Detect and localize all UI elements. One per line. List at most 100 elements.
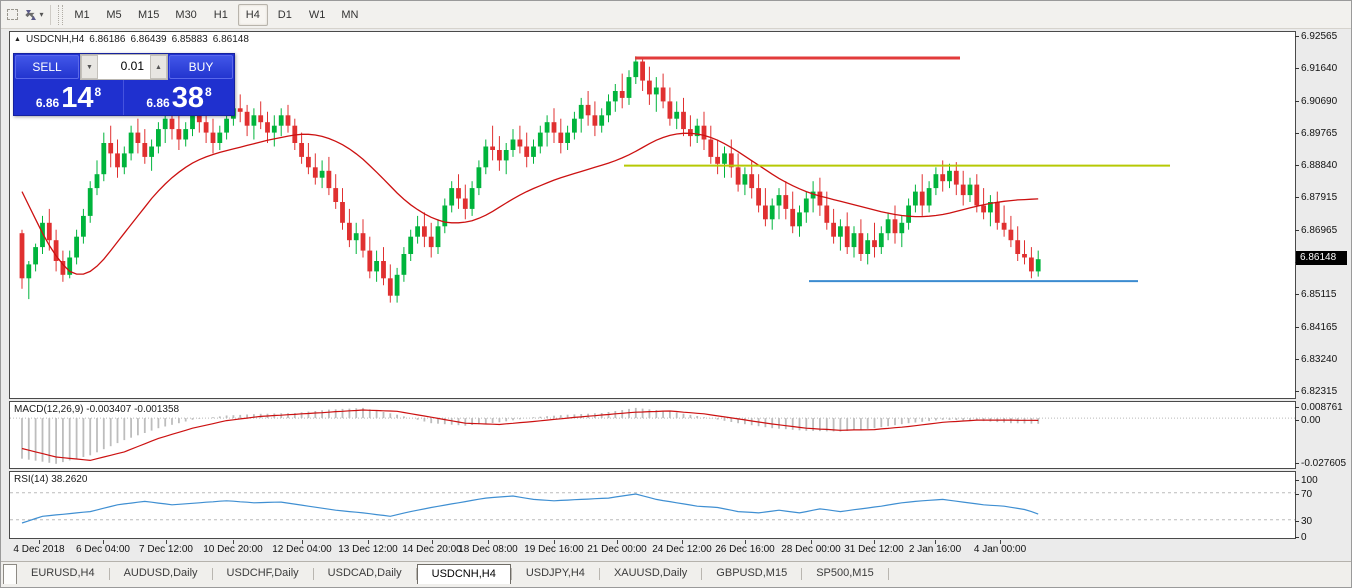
chart-tab-usdchf[interactable]: USDCHF,Daily	[213, 564, 313, 584]
rsi-axis-label: 100	[1301, 475, 1318, 486]
selection-tool-icon[interactable]	[1, 4, 23, 26]
time-axis-label: 19 Dec 16:00	[524, 544, 584, 555]
chart-symbol-label: USDCNH,H4	[26, 34, 84, 45]
sell-price-pip: 8	[94, 85, 101, 99]
volume-decrease-button[interactable]: ▼	[81, 55, 98, 79]
macd-indicator-panel[interactable]: MACD(12,26,9) -0.003407 -0.001358	[9, 401, 1296, 469]
tab-separator	[888, 568, 889, 580]
buy-price-pip: 8	[205, 85, 212, 99]
timeframe-button-m15[interactable]: M15	[131, 4, 166, 26]
macd-axis-label: 0.00	[1301, 415, 1320, 426]
toolbar-separator	[50, 5, 51, 25]
axis-tick-mark	[1295, 327, 1299, 328]
time-axis-label: 31 Dec 12:00	[844, 544, 904, 555]
bar-low-value: 6.85883	[172, 34, 208, 45]
axis-tick-mark	[1295, 68, 1299, 69]
buy-price-base: 6.86	[146, 96, 169, 110]
volume-increase-button[interactable]: ▲	[150, 55, 167, 79]
chart-tab-gbpusd[interactable]: GBPUSD,M15	[702, 564, 801, 584]
time-axis-label: 13 Dec 12:00	[338, 544, 398, 555]
chart-tab-usdcnh[interactable]: USDCNH,H4	[417, 564, 511, 584]
axis-tick-mark	[1295, 463, 1299, 464]
tile-windows-icon[interactable]: ▾	[23, 4, 45, 26]
price-axis-label: 6.88840	[1301, 160, 1337, 171]
axis-tick-mark	[1295, 480, 1299, 481]
chart-tab-eurusd[interactable]: EURUSD,H4	[17, 564, 109, 584]
volume-input[interactable]: 0.01	[98, 55, 150, 79]
time-axis-label: 24 Dec 12:00	[652, 544, 712, 555]
axis-tick-mark	[1295, 494, 1299, 495]
tab-bar-stub[interactable]	[3, 564, 17, 584]
macd-label: MACD(12,26,9) -0.003407 -0.001358	[14, 404, 179, 415]
axis-tick-mark	[1295, 420, 1299, 421]
rsi-chart[interactable]	[10, 472, 1295, 538]
axis-tick-mark	[1295, 101, 1299, 102]
time-axis-label: 7 Dec 12:00	[139, 544, 193, 555]
bar-close-value: 6.86148	[213, 34, 249, 45]
toolbar-grip[interactable]	[58, 5, 63, 25]
rsi-axis-label: 70	[1301, 489, 1312, 500]
rsi-indicator-panel[interactable]: RSI(14) 38.2620	[9, 471, 1296, 539]
price-axis-label: 6.90690	[1301, 96, 1337, 107]
bar-open-value: 6.86186	[89, 34, 125, 45]
sell-price-display[interactable]: 6.86 14 8	[14, 80, 124, 115]
chart-tab-xauusd[interactable]: XAUUSD,Daily	[600, 564, 701, 584]
time-axis-label: 26 Dec 16:00	[715, 544, 775, 555]
price-axis[interactable]: 6.925656.916406.906906.897656.888406.879…	[1297, 31, 1347, 559]
rsi-axis-label: 0	[1301, 532, 1307, 543]
timeframe-button-h1[interactable]: H1	[206, 4, 236, 26]
timeframe-button-mn[interactable]: MN	[334, 4, 365, 26]
timeframe-button-w1[interactable]: W1	[302, 4, 333, 26]
sell-button[interactable]: SELL	[15, 55, 79, 79]
axis-tick-mark	[1295, 294, 1299, 295]
timeframe-button-m30[interactable]: M30	[168, 4, 203, 26]
price-axis-label: 6.91640	[1301, 63, 1337, 74]
timeframe-button-m1[interactable]: M1	[67, 4, 97, 26]
price-axis-label: 6.87915	[1301, 192, 1337, 203]
sell-price-big: 14	[61, 84, 93, 113]
axis-tick-mark	[1295, 230, 1299, 231]
time-axis[interactable]: 4 Dec 2018 6 Dec 04:00 7 Dec 12:00 10 Dec 2…	[9, 541, 1296, 559]
time-axis-label: 2 Jan 16:00	[909, 544, 961, 555]
time-axis-label: 12 Dec 04:00	[272, 544, 332, 555]
macd-chart[interactable]	[10, 402, 1295, 468]
chart-tab-usdjpy[interactable]: USDJPY,H4	[512, 564, 599, 584]
buy-price-big: 38	[172, 84, 204, 113]
buy-button[interactable]: BUY	[169, 55, 233, 79]
price-axis-label: 6.89765	[1301, 128, 1337, 139]
sell-price-base: 6.86	[36, 96, 59, 110]
axis-tick-mark	[1295, 407, 1299, 408]
axis-tick-mark	[1295, 133, 1299, 134]
macd-axis-label: -0.027605	[1301, 458, 1346, 469]
timeframe-button-h4[interactable]: H4	[238, 4, 268, 26]
chevron-down-icon[interactable]: ▾	[39, 10, 43, 19]
chart-header: ▲ USDCNH,H4 6.86186 6.86439 6.85883 6.86…	[14, 34, 249, 45]
macd-axis-label: 0.008761	[1301, 402, 1343, 413]
time-axis-label: 18 Dec 08:00	[458, 544, 518, 555]
price-axis-label: 6.83240	[1301, 354, 1337, 365]
bar-high-value: 6.86439	[130, 34, 166, 45]
one-click-trading-panel: SELL ▼ 0.01 ▲ BUY 6.86 14 8 6.86 38 8	[13, 53, 235, 116]
time-axis-label: 6 Dec 04:00	[76, 544, 130, 555]
toolbar: ▾ M1M5M15M30H1H4D1W1MN	[1, 1, 1351, 29]
timeframe-button-m5[interactable]: M5	[99, 4, 129, 26]
volume-control: ▼ 0.01 ▲	[80, 54, 168, 80]
chart-tab-usdcad[interactable]: USDCAD,Daily	[314, 564, 416, 584]
axis-tick-mark	[1295, 36, 1299, 37]
time-axis-label: 4 Jan 00:00	[974, 544, 1026, 555]
chart-tab-sp500[interactable]: SP500,M15	[802, 564, 887, 584]
buy-price-display[interactable]: 6.86 38 8	[124, 80, 234, 115]
rsi-axis-label: 30	[1301, 516, 1312, 527]
time-axis-label: 10 Dec 20:00	[203, 544, 263, 555]
time-axis-label: 4 Dec 2018	[13, 544, 64, 555]
chart-tab-bar: EURUSD,H4AUDUSD,DailyUSDCHF,DailyUSDCAD,…	[1, 561, 1351, 587]
timeframe-button-d1[interactable]: D1	[270, 4, 300, 26]
axis-tick-mark	[1295, 537, 1299, 538]
axis-tick-mark	[1295, 359, 1299, 360]
trading-terminal-window: ▾ M1M5M15M30H1H4D1W1MN ▲ USDCNH,H4 6.861…	[0, 0, 1352, 588]
chart-collapse-icon[interactable]: ▲	[14, 36, 21, 43]
axis-tick-mark	[1295, 165, 1299, 166]
price-axis-label: 6.84165	[1301, 322, 1337, 333]
price-axis-label: 6.85115	[1301, 289, 1336, 300]
chart-tab-audusd[interactable]: AUDUSD,Daily	[110, 564, 212, 584]
